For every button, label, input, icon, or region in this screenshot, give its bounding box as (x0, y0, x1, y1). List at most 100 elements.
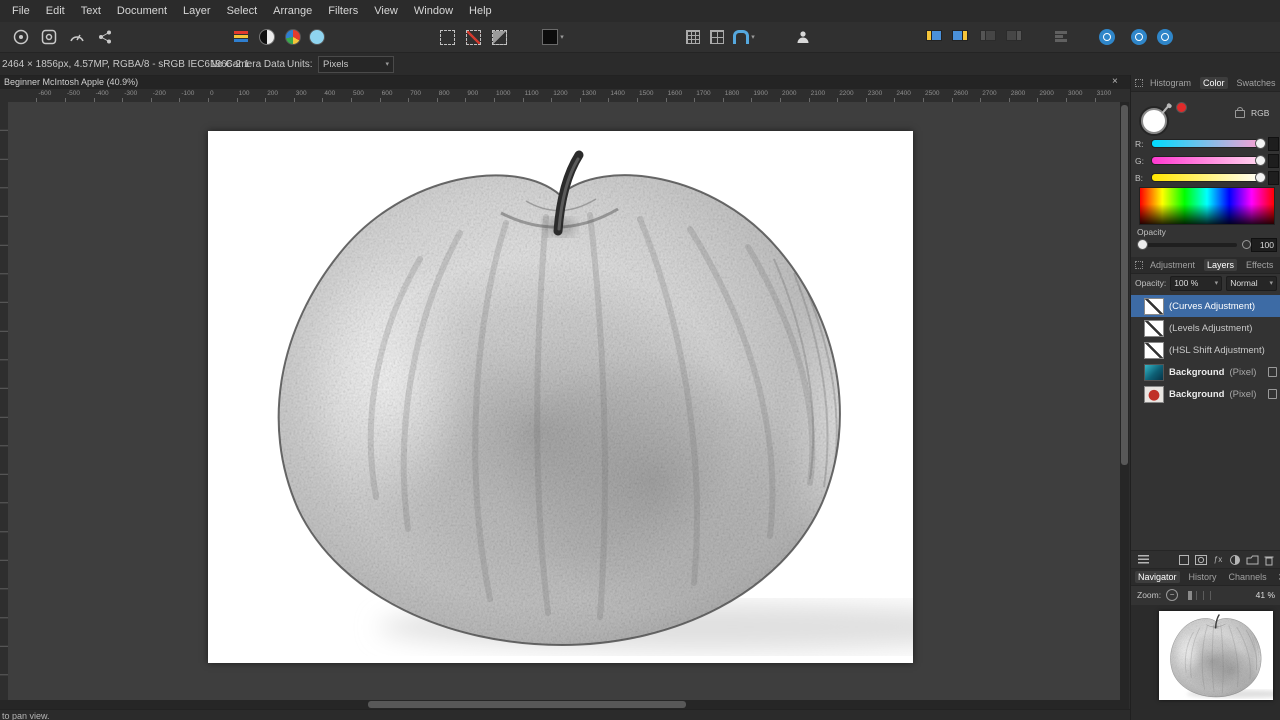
layer-thumbnail[interactable] (1144, 363, 1164, 381)
deselect-icon[interactable] (462, 26, 484, 48)
layer-thumbnail[interactable] (1144, 297, 1164, 315)
add-group-icon[interactable] (1245, 553, 1259, 567)
menu-edit[interactable]: Edit (38, 2, 73, 20)
tab-navigator[interactable]: Navigator (1135, 571, 1180, 583)
move-to-back-icon[interactable] (948, 26, 970, 48)
delete-layer-icon[interactable] (1262, 553, 1276, 567)
fill-swatch[interactable]: ▾ (538, 26, 568, 48)
auto-levels-icon[interactable] (230, 26, 252, 48)
persona-photo-icon[interactable] (10, 26, 32, 48)
layer-row[interactable]: (HSL Shift Adjustment) (1131, 339, 1280, 361)
assistant-manager-icon[interactable] (792, 26, 814, 48)
channel-value-box[interactable] (1268, 153, 1279, 168)
channel-slider[interactable] (1151, 172, 1266, 183)
lock-icon[interactable] (1235, 107, 1245, 118)
layer-thumbnail[interactable] (1144, 385, 1164, 403)
horizontal-scroll-thumb[interactable] (368, 701, 686, 708)
color-spectrum-box[interactable] (1139, 187, 1275, 225)
show-grid-icon[interactable] (682, 26, 704, 48)
layer-row[interactable]: (Curves Adjustment) (1131, 295, 1280, 317)
tab-histogram[interactable]: Histogram (1147, 77, 1194, 89)
panel-options-icon[interactable] (1135, 79, 1143, 87)
opacity-track[interactable] (1141, 243, 1237, 247)
zoom-out-icon[interactable]: − (1166, 589, 1179, 601)
add-mask-icon[interactable] (1194, 553, 1208, 567)
blend-options-icon[interactable] (1136, 553, 1150, 567)
snapping-magnet-icon[interactable]: ▾ (730, 26, 758, 48)
color-opacity-slider[interactable]: 100 (1137, 238, 1277, 252)
color-mode-label[interactable]: RGB (1251, 108, 1269, 118)
tab-layers[interactable]: Layers (1204, 259, 1238, 271)
tab-history[interactable]: History (1186, 571, 1220, 583)
zoom-slider[interactable] (1183, 590, 1212, 600)
menu-window[interactable]: Window (406, 2, 461, 20)
menu-document[interactable]: Document (109, 2, 175, 20)
tab-channels[interactable]: Channels (1226, 571, 1270, 583)
persona-liquify-icon[interactable] (38, 26, 60, 48)
zoom-to-fit-icon[interactable] (1096, 26, 1118, 48)
move-to-front-icon[interactable] (922, 26, 944, 48)
menu-file[interactable]: File (4, 2, 38, 20)
close-icon[interactable]: × (1112, 76, 1118, 87)
channel-value-box[interactable] (1268, 136, 1279, 151)
no-color-icon[interactable] (1242, 240, 1251, 249)
menu-filters[interactable]: Filters (320, 2, 366, 20)
menu-select[interactable]: Select (219, 2, 266, 20)
menu-layer[interactable]: Layer (175, 2, 219, 20)
add-pixel-layer-icon[interactable] (1177, 553, 1191, 567)
channel-slider-knob[interactable] (1255, 172, 1266, 183)
zoom-slider-thumb[interactable] (1188, 590, 1193, 600)
vertical-scroll-thumb[interactable] (1121, 105, 1128, 465)
tab-adjustment[interactable]: Adjustment (1147, 259, 1198, 271)
blend-mode-dropdown[interactable]: Normal ▾ (1226, 275, 1277, 291)
menu-arrange[interactable]: Arrange (265, 2, 320, 20)
selection-marquee-icon[interactable] (436, 26, 458, 48)
tab-32p[interactable]: 32P (1276, 571, 1280, 583)
channel-slider[interactable] (1151, 155, 1266, 166)
layer-thumbnail[interactable] (1144, 319, 1164, 337)
layer-row[interactable]: Background (Pixel) (1131, 383, 1280, 405)
channel-slider[interactable] (1151, 138, 1266, 149)
invert-selection-icon[interactable] (488, 26, 510, 48)
layer-thumbnail[interactable] (1144, 341, 1164, 359)
opacity-knob[interactable] (1137, 239, 1148, 250)
move-backward-icon[interactable] (1002, 26, 1024, 48)
background-color-well[interactable] (1176, 102, 1187, 113)
layer-opacity-dropdown[interactable]: 100 % ▾ (1170, 275, 1223, 291)
channel-slider-knob[interactable] (1255, 138, 1266, 149)
alignment-icon[interactable] (1050, 26, 1072, 48)
layer-row[interactable]: (Levels Adjustment) (1131, 317, 1280, 339)
layer-lock-icon[interactable] (1268, 389, 1277, 399)
tab-swatches[interactable]: Swatches (1234, 77, 1279, 89)
persona-develop-icon[interactable] (66, 26, 88, 48)
menu-view[interactable]: View (366, 2, 406, 20)
canvas-viewport[interactable] (8, 102, 1120, 700)
navigator-preview[interactable] (1131, 605, 1280, 720)
units-select[interactable]: Pixels ▾ (318, 55, 394, 73)
layer-row[interactable]: Background (Pixel) (1131, 361, 1280, 383)
tab-effects[interactable]: Effects (1243, 259, 1276, 271)
navigator-thumbnail[interactable] (1159, 611, 1273, 700)
panel-options-icon[interactable] (1135, 261, 1143, 269)
tab-color[interactable]: Color (1200, 77, 1228, 89)
channel-slider-knob[interactable] (1255, 155, 1266, 166)
auto-colors-icon[interactable] (282, 26, 304, 48)
show-guides-icon[interactable] (706, 26, 728, 48)
live-filter-icon[interactable]: ƒx (1211, 553, 1225, 567)
menu-text[interactable]: Text (73, 2, 109, 20)
add-adjustment-icon[interactable] (1228, 553, 1242, 567)
document-tab[interactable]: Beginner McIntosh Apple (40.9%) (4, 77, 138, 87)
auto-contrast-icon[interactable] (256, 26, 278, 48)
auto-white-balance-icon[interactable] (306, 26, 328, 48)
persona-export-icon[interactable] (94, 26, 116, 48)
move-forward-icon[interactable] (976, 26, 998, 48)
zoom-tool-icon[interactable] (1154, 26, 1176, 48)
channel-value-box[interactable] (1268, 170, 1279, 185)
document-canvas[interactable] (208, 131, 913, 663)
layer-lock-icon[interactable] (1268, 367, 1277, 377)
menu-help[interactable]: Help (461, 2, 500, 20)
opacity-value[interactable]: 100 (1251, 238, 1277, 252)
zoom-100-icon[interactable] (1128, 26, 1150, 48)
horizontal-scrollbar[interactable] (0, 700, 1129, 709)
vertical-scrollbar[interactable] (1120, 102, 1129, 700)
